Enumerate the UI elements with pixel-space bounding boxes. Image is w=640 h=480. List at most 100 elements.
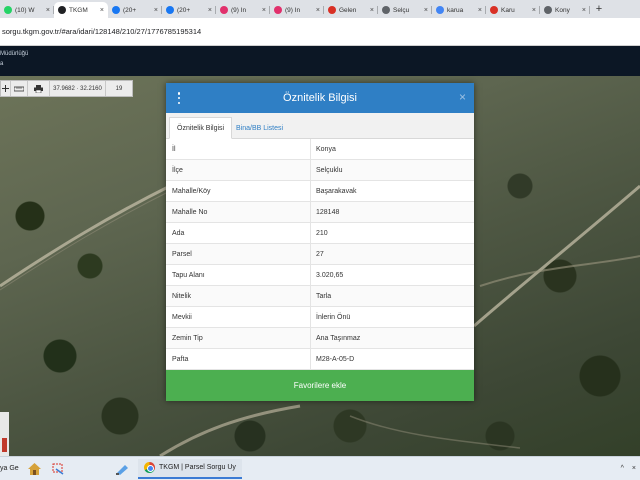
attribute-key: İl: [166, 139, 311, 159]
browser-tab-label: Selçu: [393, 6, 410, 14]
new-tab-button[interactable]: +: [592, 3, 606, 15]
browser-tab-label: Gelen: [339, 6, 357, 14]
tab-close-icon[interactable]: ×: [582, 7, 586, 14]
location-pin-icon: [58, 6, 66, 14]
tab-close-icon[interactable]: ×: [154, 7, 158, 14]
browser-tab-label: TKGM: [69, 6, 88, 14]
tab-close-icon[interactable]: ×: [424, 7, 428, 14]
site-header-title: Müdürlüğü: [0, 51, 29, 57]
browser-tab-label: (9) In: [285, 6, 301, 14]
browser-tab-label: (20+: [177, 6, 191, 14]
ruler-icon: [14, 86, 24, 91]
browser-tab-bar: (10) W × TKGM × (20+ × (20+ × (9) In × (9) In × Gele…: [0, 0, 640, 18]
table-row: İlçe Selçuklu: [166, 160, 474, 181]
dialog-header: Öznitelik Bilgisi ×: [166, 83, 474, 113]
red-marker-icon: [2, 438, 7, 452]
attribute-dialog: Öznitelik Bilgisi × Öznitelik Bilgisi Bi…: [166, 83, 474, 401]
address-bar[interactable]: sorgu.tkgm.gov.tr/#ara/idari/128148/210/…: [0, 18, 640, 46]
browser-tab[interactable]: Kony ×: [540, 2, 590, 18]
browser-tab[interactable]: (20+ ×: [162, 2, 216, 18]
attribute-key: Parsel: [166, 244, 311, 264]
table-row: Mevkii İnlerin Önü: [166, 307, 474, 328]
print-button[interactable]: [28, 81, 50, 96]
table-row: Tapu Alanı 3.020,65: [166, 265, 474, 286]
kebab-menu-icon[interactable]: [176, 92, 182, 104]
printer-icon: [34, 84, 43, 93]
gmail-icon: [328, 6, 336, 14]
home-icon[interactable]: [26, 461, 42, 477]
close-icon[interactable]: ×: [459, 90, 466, 104]
paint-app-icon[interactable]: [114, 461, 130, 477]
tab-close-icon[interactable]: ×: [46, 7, 50, 14]
taskbar-app-label: TKGM | Parsel Sorgu Uy: [159, 464, 236, 471]
tab-close-icon[interactable]: ×: [532, 7, 536, 14]
tab-close-icon[interactable]: ×: [316, 7, 320, 14]
tray-chevron-icon[interactable]: ^: [621, 465, 624, 472]
facebook-icon: [166, 6, 174, 14]
tab-attribute-info[interactable]: Öznitelik Bilgisi: [169, 117, 233, 139]
os-taskbar: ya Ge TKGM | Parsel Sorgu Uy ^ ×: [0, 456, 640, 480]
browser-tab[interactable]: (9) In ×: [270, 2, 324, 18]
instagram-icon: [274, 6, 282, 14]
whatsapp-icon: [4, 6, 12, 14]
attribute-value: İnlerin Önü: [316, 313, 351, 321]
attribute-key: Ada: [166, 223, 311, 243]
browser-tab[interactable]: TKGM ×: [54, 2, 108, 18]
browser-tab-label: (10) W: [15, 6, 35, 14]
globe-icon: [544, 6, 552, 14]
dialog-title: Öznitelik Bilgisi: [283, 92, 357, 104]
attribute-value: 128148: [316, 208, 340, 216]
snipping-tool-icon[interactable]: [50, 461, 66, 477]
table-row: Mahalle No 128148: [166, 202, 474, 223]
browser-tab[interactable]: (10) W ×: [0, 2, 54, 18]
table-row: Zemin Tip Ana Taşınmaz: [166, 328, 474, 349]
google-search-icon: [382, 6, 390, 14]
browser-tab[interactable]: karua ×: [432, 2, 486, 18]
attribute-key: Mahalle No: [166, 202, 311, 222]
browser-tab-label: (9) In: [231, 6, 247, 14]
attribute-value: 3.020,65: [316, 271, 344, 279]
browser-tab[interactable]: Selçu ×: [378, 2, 432, 18]
browser-tab[interactable]: Karu ×: [486, 2, 540, 18]
table-row: Ada 210: [166, 223, 474, 244]
site-header-subtitle: a: [0, 61, 4, 67]
tab-close-icon[interactable]: ×: [208, 7, 212, 14]
system-tray: ^ ×: [617, 465, 640, 472]
table-row: Mahalle/Köy Başarakavak: [166, 181, 474, 202]
attribute-value: Tarla: [316, 292, 332, 300]
attribute-key: Zemin Tip: [166, 328, 311, 348]
attribute-value: M28-A-05-D: [316, 355, 355, 363]
attribute-key: İlçe: [166, 160, 311, 180]
attribute-table: İl Konya İlçe Selçuklu Mahalle/Köy Başarakava…: [166, 139, 474, 370]
coordinate-readout: 37.9682 · 32.2160: [50, 81, 106, 96]
map-toolbar: 37.9682 · 32.2160 19: [0, 80, 133, 97]
table-row: Pafta M28-A-05-D: [166, 349, 474, 370]
attribute-value: 210: [316, 229, 328, 237]
browser-tab[interactable]: (20+ ×: [108, 2, 162, 18]
arrows-icon: [2, 85, 9, 92]
browser-tab[interactable]: Gelen ×: [324, 2, 378, 18]
attribute-value: Başarakavak: [316, 187, 357, 195]
pan-tool-button[interactable]: [1, 81, 11, 96]
attribute-key: Tapu Alanı: [166, 265, 311, 285]
taskbar-chrome-app[interactable]: TKGM | Parsel Sorgu Uy: [138, 458, 242, 479]
tab-building-list[interactable]: Bina/BB Listesi: [229, 117, 290, 139]
address-url[interactable]: sorgu.tkgm.gov.tr/#ara/idari/128148/210/…: [0, 27, 201, 36]
browser-tab[interactable]: (9) In ×: [216, 2, 270, 18]
ruler-tool-button[interactable]: [11, 81, 28, 96]
tray-close-icon[interactable]: ×: [632, 465, 636, 472]
dialog-tabs: Öznitelik Bilgisi Bina/BB Listesi: [166, 113, 474, 139]
attribute-key: Nitelik: [166, 286, 311, 306]
table-row: İl Konya: [166, 139, 474, 160]
tab-close-icon[interactable]: ×: [100, 7, 104, 14]
attribute-key: Mevkii: [166, 307, 311, 327]
attribute-value: 27: [316, 250, 324, 258]
browser-tab-label: Karu: [501, 6, 515, 14]
tab-close-icon[interactable]: ×: [370, 7, 374, 14]
instagram-icon: [220, 6, 228, 14]
browser-tab-label: Kony: [555, 6, 570, 14]
tab-close-icon[interactable]: ×: [478, 7, 482, 14]
add-to-favorites-button[interactable]: Favorilere ekle: [166, 370, 474, 401]
taskbar-left-text: ya Ge: [0, 465, 19, 472]
tab-close-icon[interactable]: ×: [262, 7, 266, 14]
